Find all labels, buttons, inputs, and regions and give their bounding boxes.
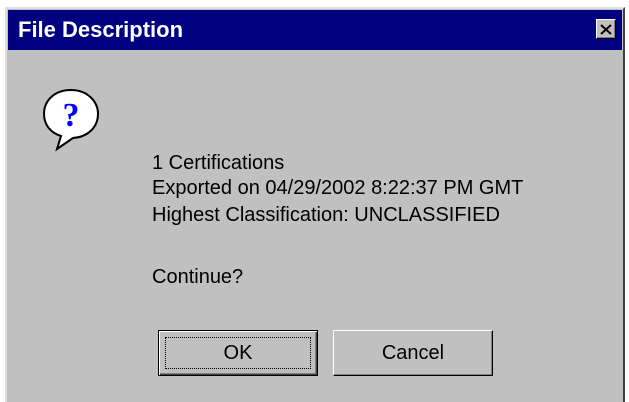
cancel-button[interactable]: Cancel <box>333 330 493 376</box>
exported-on-text: Exported on 04/29/2002 8:22:37 PM GMT <box>152 177 524 199</box>
cancel-button-label: Cancel <box>381 341 445 364</box>
ok-button-label: OK <box>223 341 253 364</box>
ok-button[interactable]: OK <box>158 330 318 376</box>
title-bar[interactable]: File Description <box>8 10 622 50</box>
close-button[interactable] <box>596 19 616 39</box>
close-icon <box>600 23 612 35</box>
file-description-dialog: File Description ? 1 Certifications Expo… <box>5 7 625 402</box>
continue-prompt: Continue? <box>152 266 244 288</box>
certifications-count-text: 1 Certifications <box>152 152 285 174</box>
question-icon: ? <box>42 88 100 152</box>
dialog-title: File Description <box>18 17 184 42</box>
highest-classification-text: Highest Classification: UNCLASSIFIED <box>152 204 500 226</box>
question-mark-glyph: ? <box>63 97 80 134</box>
